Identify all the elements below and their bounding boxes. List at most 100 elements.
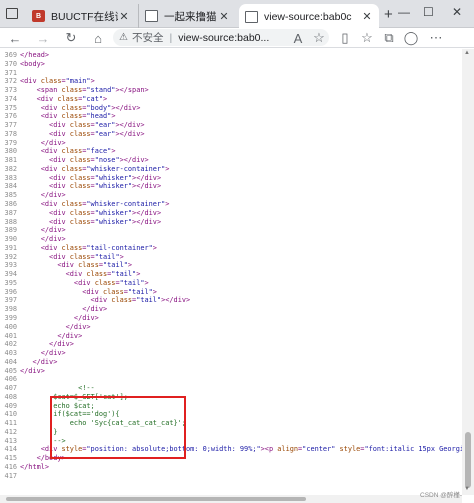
line-code: </div> <box>20 340 74 349</box>
line-number: 408 <box>4 392 17 401</box>
source-line: 372 <div class="main"> <box>0 77 462 86</box>
source-line: 370 <body> <box>0 60 462 69</box>
source-line: 398 </div> <box>0 305 462 314</box>
line-number: 382 <box>4 164 17 173</box>
source-line: 399 </div> <box>0 314 462 323</box>
favorites-icon[interactable]: ☆ <box>358 29 376 47</box>
line-code: <div class="ear"></div> <box>20 129 145 138</box>
line-code: </head> <box>20 51 50 59</box>
close-icon[interactable]: ✕ <box>361 10 373 23</box>
line-number: 371 <box>4 68 17 77</box>
line-number: 383 <box>4 173 17 182</box>
browser-toolbar: ← → ↻ ⌂ ⚠ 不安全 | view-source:bab0... A ☆ … <box>0 28 474 48</box>
line-code: </div> <box>20 313 99 322</box>
back-icon[interactable]: ← <box>6 29 24 47</box>
line-number: 404 <box>4 357 17 366</box>
source-line: 402 </div> <box>0 340 462 349</box>
source-line: 407 <!-- <box>0 384 462 393</box>
maximize-icon[interactable]: ☐ <box>423 5 434 19</box>
security-label[interactable]: 不安全 <box>132 30 164 45</box>
line-code: </div> <box>20 349 66 358</box>
line-code: <div class="main"> <box>20 77 95 86</box>
close-icon[interactable]: ✕ <box>118 10 130 23</box>
refresh-icon[interactable]: ↻ <box>62 29 80 47</box>
line-number: 387 <box>4 208 17 217</box>
line-number: 369 <box>4 51 17 59</box>
scroll-down-icon[interactable]: ▼ <box>464 486 470 492</box>
minimize-icon[interactable]: — <box>398 5 410 19</box>
line-number: 390 <box>4 235 17 244</box>
line-number: 381 <box>4 156 17 165</box>
line-code: <div class="whisker-container"> <box>20 164 170 173</box>
line-code: <div class="whisker"></div> <box>20 217 162 226</box>
tab-buuctf[interactable]: B BUUCTF在线评测 ✕ <box>26 4 136 28</box>
line-code: </div> <box>20 226 66 235</box>
highlight-annotation-box <box>50 396 186 459</box>
source-line: 396 <div class="tail"> <box>0 288 462 297</box>
line-number: 377 <box>4 121 17 130</box>
tab-cat-page[interactable]: 一起来撸猫 ✕ <box>138 4 236 28</box>
line-code: <div class="body"></div> <box>20 103 141 112</box>
source-line: 385 </div> <box>0 191 462 200</box>
line-code: <div class="nose"></div> <box>20 156 149 165</box>
tab-strip: B BUUCTF在线评测 ✕ 一起来撸猫 ✕ view-source:bab0c… <box>0 0 474 29</box>
warning-icon[interactable]: ⚠ <box>119 32 128 43</box>
url-text[interactable]: view-source:bab0... <box>178 32 269 44</box>
line-number: 414 <box>4 445 17 454</box>
scrollbar-thumb[interactable] <box>465 432 471 488</box>
favorite-star-icon[interactable]: ☆ <box>310 29 328 47</box>
line-number: 397 <box>4 296 17 305</box>
source-line: 381 <div class="nose"></div> <box>0 156 462 165</box>
line-number: 394 <box>4 270 17 279</box>
collections-icon[interactable]: ⧉ <box>380 29 398 47</box>
watermark: CSDN @醉槿- <box>420 492 462 499</box>
new-tab-icon[interactable]: + <box>384 6 393 23</box>
window-menu-icon[interactable] <box>6 8 18 19</box>
line-number: 398 <box>4 305 17 314</box>
line-number: 384 <box>4 182 17 191</box>
source-line: 390 </div> <box>0 235 462 244</box>
line-code: </div> <box>20 138 66 147</box>
line-code: <div class="tail"> <box>20 270 141 279</box>
page-icon <box>245 10 258 23</box>
read-aloud-icon[interactable]: A <box>289 29 307 47</box>
forward-icon[interactable]: → <box>34 29 52 47</box>
more-menu-icon[interactable]: ⋯ <box>427 29 445 47</box>
source-line: 375 <div class="body"></div> <box>0 104 462 113</box>
home-icon[interactable]: ⌂ <box>89 29 107 47</box>
line-number: 409 <box>4 401 17 410</box>
split-screen-icon[interactable]: ▯ <box>336 29 354 47</box>
line-code: <div class="tail-container"> <box>20 243 157 252</box>
line-number: 410 <box>4 410 17 419</box>
line-number: 417 <box>4 471 17 480</box>
line-number: 402 <box>4 340 17 349</box>
line-number: 370 <box>4 59 17 68</box>
vertical-scrollbar[interactable]: ▲ ▼ <box>462 49 474 495</box>
close-icon[interactable]: ✕ <box>218 10 230 23</box>
tab-view-source[interactable]: view-source:bab0c ✕ <box>239 4 379 29</box>
source-line: 416 </html> <box>0 463 462 472</box>
profile-icon[interactable]: ◯ <box>402 29 420 47</box>
horizontal-scrollbar[interactable] <box>0 495 462 503</box>
source-line: 379 </div> <box>0 139 462 148</box>
line-code: <!-- <box>78 384 95 393</box>
source-line: 386 <div class="whisker-container"> <box>0 200 462 209</box>
line-code: </div> <box>20 331 83 340</box>
line-number: 392 <box>4 252 17 261</box>
close-window-icon[interactable]: ✕ <box>452 5 462 19</box>
line-code: <div class="tail"> <box>20 287 157 296</box>
scroll-up-icon[interactable]: ▲ <box>464 50 470 56</box>
line-number: 405 <box>4 366 17 375</box>
source-line: 371 <box>0 69 462 78</box>
line-number: 374 <box>4 94 17 103</box>
line-code: </div> <box>20 305 108 314</box>
line-code: <div class="tail"> <box>20 252 124 261</box>
source-line: 392 <div class="tail"> <box>0 253 462 262</box>
line-number: 386 <box>4 200 17 209</box>
source-line: 417 <box>0 472 462 481</box>
line-number: 389 <box>4 226 17 235</box>
line-number: 403 <box>4 349 17 358</box>
scrollbar-thumb[interactable] <box>6 497 306 501</box>
source-line: 373 <span class="stand"></span> <box>0 86 462 95</box>
